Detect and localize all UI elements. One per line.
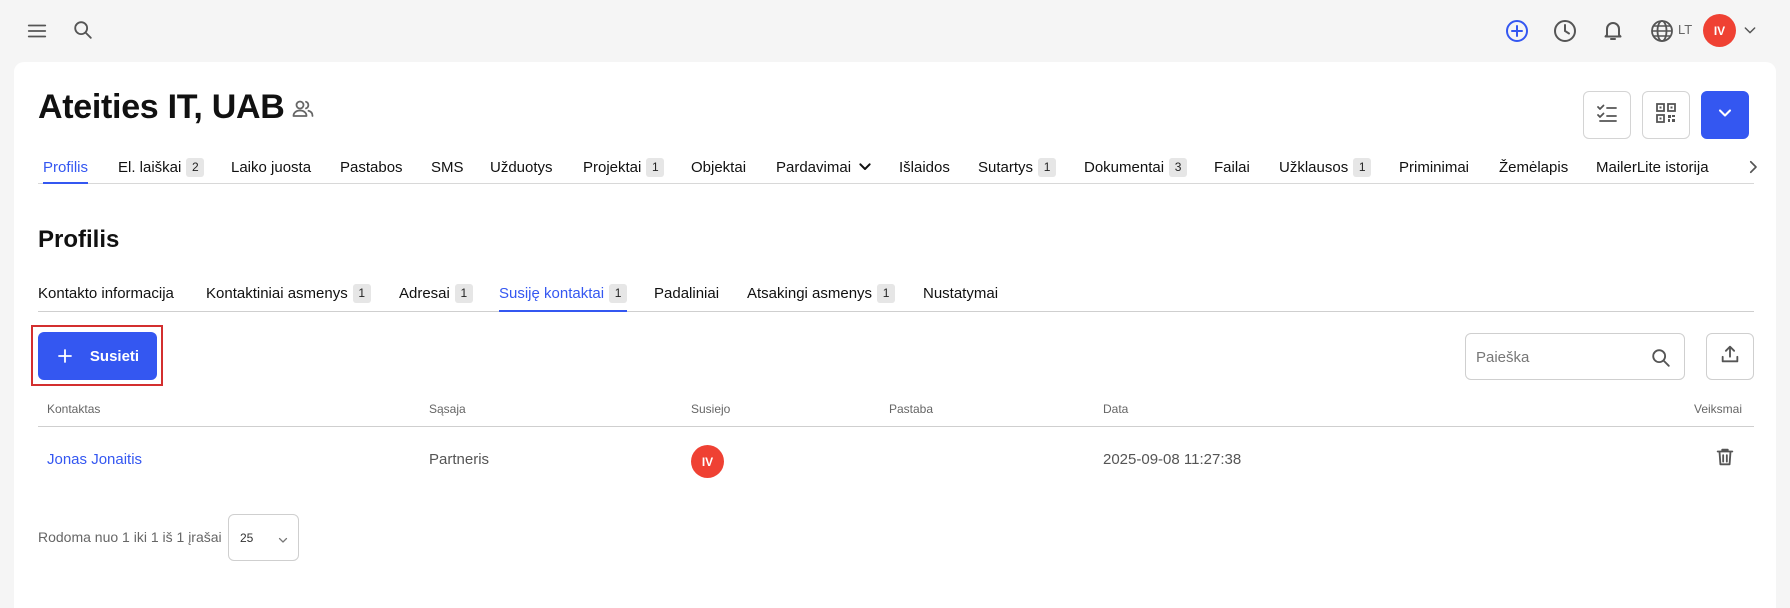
tab-el-laiskai[interactable]: El. laiškai 2 (118, 155, 205, 179)
qr-code-icon (1654, 101, 1678, 130)
bell-icon[interactable] (1601, 18, 1625, 42)
table-row: Jonas Jonaitis Partneris IV 2025-09-08 1… (38, 427, 1754, 493)
tab-islaidos[interactable]: Išlaidos (899, 155, 950, 179)
main-tabs: Profilis El. laiškai 2 Laiko juosta Pasta… (38, 150, 1754, 184)
tab-failai[interactable]: Failai (1214, 155, 1250, 179)
tab-priminimai[interactable]: Priminimai (1399, 155, 1469, 179)
subtab-atsakingi-asmenys[interactable]: Atsakingi asmenys 1 (747, 281, 896, 305)
subtab-kontaktiniai-asmenys[interactable]: Kontaktiniai asmenys 1 (206, 281, 371, 305)
tab-objektai[interactable]: Objektai (691, 155, 746, 179)
date-cell: 2025-09-08 11:27:38 (1103, 451, 1242, 468)
chevron-down-icon (1715, 103, 1735, 128)
tab-sutartys[interactable]: Sutartys 1 (978, 155, 1057, 179)
sub-tabs: Kontakto informacija Kontaktiniai asmeny… (38, 278, 1754, 312)
top-bar: LT IV (0, 0, 1790, 62)
count-badge: 1 (646, 157, 665, 177)
column-header[interactable]: Pastaba (889, 402, 933, 416)
link-contact-button[interactable]: Susieti (38, 332, 157, 380)
count-badge: 1 (454, 283, 473, 303)
section-title: Profilis (38, 226, 120, 253)
column-header[interactable]: Data (1103, 402, 1128, 416)
page-size-select[interactable]: 25 (228, 514, 299, 561)
add-circle-icon[interactable] (1505, 19, 1529, 43)
qr-code-button[interactable] (1642, 91, 1690, 139)
chevron-down-icon (857, 159, 873, 175)
count-badge: 1 (1353, 157, 1372, 177)
users-icon (291, 97, 315, 126)
tab-projektai[interactable]: Projektai 1 (583, 155, 665, 179)
search-icon[interactable] (1650, 347, 1672, 374)
export-button[interactable] (1706, 333, 1754, 380)
menu-icon[interactable] (26, 20, 48, 42)
chevron-down-icon[interactable] (1742, 22, 1758, 38)
actions-dropdown-button[interactable] (1701, 91, 1749, 139)
column-header[interactable]: Susiejo (691, 402, 730, 416)
contact-link[interactable]: Jonas Jonaitis (47, 451, 142, 468)
tab-pastabos[interactable]: Pastabos (340, 155, 403, 179)
upload-icon (1719, 343, 1741, 370)
table-header: Kontaktas Sąsaja Susiejo Pastaba Data Ve… (38, 400, 1754, 427)
page-title: Ateities IT, UAB (38, 88, 285, 126)
count-badge: 1 (352, 283, 371, 303)
tab-pardavimai[interactable]: Pardavimai (776, 155, 873, 179)
avatar: IV (691, 445, 724, 478)
subtab-adresai[interactable]: Adresai 1 (399, 281, 473, 305)
column-header[interactable]: Kontaktas (47, 402, 100, 416)
tab-zemelapis[interactable]: Žemėlapis (1499, 155, 1568, 179)
subtab-susije-kontaktai[interactable]: Susiję kontaktai 1 (499, 281, 628, 312)
chevron-right-icon[interactable] (1744, 158, 1762, 181)
user-avatar[interactable]: IV (1703, 14, 1736, 47)
subtab-padaliniai[interactable]: Padaliniai (654, 281, 719, 305)
tab-uzduotys[interactable]: Užduotys (490, 155, 553, 179)
tab-mailerlite-istorija[interactable]: MailerLite istorija (1596, 155, 1709, 179)
count-badge: 1 (1038, 157, 1057, 177)
column-header[interactable]: Sąsaja (429, 402, 466, 416)
count-badge: 3 (1169, 157, 1188, 177)
checklist-icon (1595, 101, 1619, 130)
plus-icon (56, 347, 74, 365)
search-input[interactable] (1476, 346, 1636, 368)
checklist-button[interactable] (1583, 91, 1631, 139)
count-badge: 2 (186, 157, 205, 177)
search-field[interactable] (1465, 333, 1685, 380)
search-icon[interactable] (72, 19, 94, 41)
tab-profilis[interactable]: Profilis (43, 155, 89, 184)
tab-uzklausos[interactable]: Užklausos 1 (1279, 155, 1372, 179)
chevron-down-icon (277, 533, 289, 551)
pager-info: Rodoma nuo 1 iki 1 iš 1 įrašai (38, 529, 222, 545)
tab-dokumentai[interactable]: Dokumentai 3 (1084, 155, 1188, 179)
relation-cell: Partneris (429, 451, 490, 468)
tab-laiko-juosta[interactable]: Laiko juosta (231, 155, 311, 179)
clock-icon[interactable] (1553, 19, 1577, 43)
subtab-kontakto-informacija[interactable]: Kontakto informacija (38, 281, 174, 305)
column-header: Veiksmai (1694, 402, 1743, 416)
count-badge: 1 (877, 283, 896, 303)
tab-sms[interactable]: SMS (431, 155, 464, 179)
count-badge: 1 (609, 283, 628, 303)
trash-icon[interactable] (1714, 446, 1736, 473)
subtab-nustatymai[interactable]: Nustatymai (923, 281, 998, 305)
globe-icon[interactable] (1650, 19, 1674, 43)
language-label[interactable]: LT (1678, 22, 1692, 37)
